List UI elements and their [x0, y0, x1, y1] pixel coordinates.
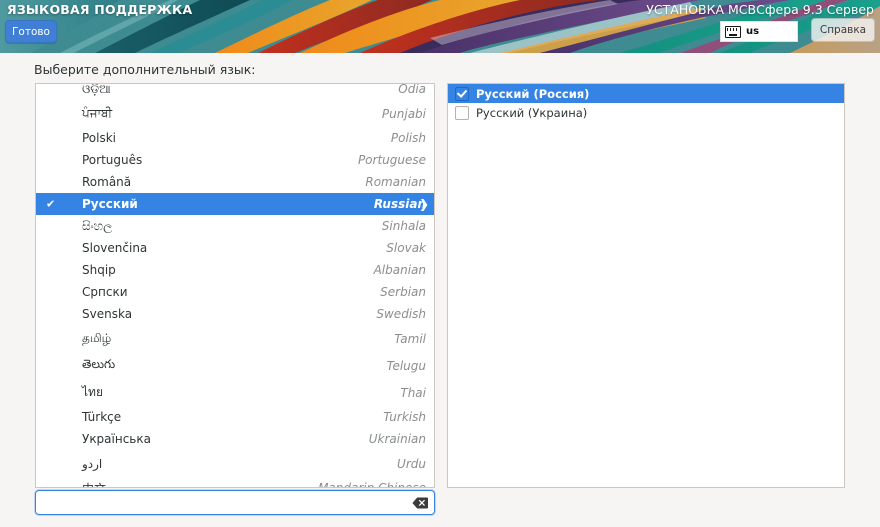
language-row[interactable]: ✔اردوUrdu❯ [36, 450, 434, 477]
language-english-name: Romanian [365, 175, 426, 189]
language-row[interactable]: ✔ਪੰਜਾਬੀPunjabi❯ [36, 100, 434, 127]
language-native-name: தமிழ் [82, 330, 112, 345]
backspace-clear-icon[interactable] [412, 497, 428, 509]
language-english-name: Russian [373, 197, 426, 211]
language-row[interactable]: ✔ไทยThai❯ [36, 379, 434, 406]
language-native-name: Polski [82, 131, 117, 145]
language-row[interactable]: ✔ଓଡ଼ିଆOdia❯ [36, 83, 434, 100]
language-english-name: Serbian [380, 285, 426, 299]
locale-list[interactable]: Русский (Россия) Русский (Украина) [447, 83, 845, 488]
language-row[interactable]: ✔中文Mandarin Chinese❯ [36, 477, 434, 488]
keyboard-layout-label: us [746, 26, 760, 37]
language-row[interactable]: ✔PortuguêsPortuguese❯ [36, 149, 434, 171]
language-list[interactable]: ✔ଓଡ଼ିଆOdia❯✔ਪੰਜਾਬੀPunjabi❯✔PolskiPolish❯… [35, 83, 435, 488]
language-native-name: اردو [82, 456, 103, 471]
locale-checkbox[interactable] [455, 86, 469, 101]
language-row[interactable]: ✔УкраїнськаUkrainian❯ [36, 428, 434, 450]
language-row[interactable]: ✔TürkçeTurkish❯ [36, 406, 434, 428]
locale-checkbox[interactable] [455, 105, 469, 120]
language-row[interactable]: ✔SlovenčinaSlovak❯ [36, 237, 434, 259]
search-input[interactable] [36, 492, 412, 513]
language-row[interactable]: ✔RomânăRomanian❯ [36, 171, 434, 193]
language-english-name: Tamil [394, 331, 426, 346]
language-english-name: Punjabi [381, 106, 426, 121]
language-row[interactable]: ✔සිංහලSinhala❯ [36, 215, 434, 237]
language-native-name: Português [82, 153, 143, 167]
locale-row[interactable]: Русский (Украина) [448, 103, 844, 122]
language-english-name: Thai [400, 385, 426, 400]
language-english-name: Ukrainian [368, 432, 426, 446]
language-english-name: Odia [398, 83, 426, 96]
installer-title: УСТАНОВКА МСВСфера 9.3 Сервер [646, 2, 874, 17]
language-native-name: Română [82, 175, 132, 189]
language-search-box[interactable] [35, 490, 435, 515]
language-row[interactable]: ✔PolskiPolish❯ [36, 127, 434, 149]
language-english-name: Swedish [376, 307, 426, 321]
language-native-name: Slovenčina [82, 241, 148, 255]
help-button[interactable]: Справка [811, 18, 875, 42]
locale-label: Русский (Россия) [476, 86, 590, 101]
language-row[interactable]: ✔తెలుగుTelugu❯ [36, 352, 434, 379]
language-rows: ✔ଓଡ଼ିଆOdia❯✔ਪੰਜਾਬੀPunjabi❯✔PolskiPolish❯… [36, 83, 434, 488]
language-native-name: ਪੰਜਾਬੀ [82, 106, 113, 120]
language-native-name: ไทย [82, 385, 103, 399]
installer-screen: ЯЗЫКОВАЯ ПОДДЕРЖКА УСТАНОВКА МСВСфера 9.… [0, 0, 880, 527]
done-button[interactable]: Готово [5, 20, 57, 43]
language-native-name: Svenska [82, 307, 133, 321]
language-row[interactable]: ✔ShqipAlbanian❯ [36, 259, 434, 281]
keyboard-icon [725, 25, 741, 38]
language-english-name: Polish [390, 131, 426, 145]
language-english-name: Telugu [386, 358, 426, 373]
locale-rows: Русский (Россия) Русский (Украина) [448, 84, 844, 122]
language-native-name: 中文 [36, 480, 292, 488]
language-english-name: Turkish [383, 410, 426, 424]
locale-label: Русский (Украина) [476, 105, 588, 120]
language-native-name: ଓଡ଼ିଆ [82, 83, 111, 96]
language-row[interactable]: ✔தமிழ்Tamil❯ [36, 325, 434, 352]
keyboard-layout-indicator[interactable]: us [720, 21, 798, 42]
language-native-name: Српски [82, 285, 128, 299]
language-english-name: Albanian [373, 263, 426, 277]
header-banner: ЯЗЫКОВАЯ ПОДДЕРЖКА УСТАНОВКА МСВСфера 9.… [0, 0, 880, 53]
language-english-name: Portuguese [357, 153, 426, 167]
page-title: ЯЗЫКОВАЯ ПОДДЕРЖКА [7, 2, 193, 17]
language-native-name: తెలుగు [82, 357, 116, 371]
chevron-right-icon: ❯ [418, 197, 429, 211]
language-english-name: Urdu [397, 456, 426, 471]
language-english-name: Sinhala [381, 219, 426, 233]
language-native-name: Shqip [82, 263, 116, 277]
language-row[interactable]: ✔ Русский Russian ❯ [36, 193, 434, 215]
locale-row[interactable]: Русский (Россия) [448, 84, 844, 103]
language-native-name: Türkçe [82, 410, 122, 424]
check-icon: ✔ [46, 197, 56, 211]
language-row[interactable]: ✔СрпскиSerbian❯ [36, 281, 434, 303]
language-english-name: Slovak [386, 241, 426, 255]
language-native-name: සිංහල [82, 218, 113, 233]
language-row[interactable]: ✔SvenskaSwedish❯ [36, 303, 434, 325]
language-native-name: Українська [82, 432, 151, 446]
language-english-name: Mandarin Chinese [318, 481, 426, 488]
prompt-label: Выберите дополнительный язык: [34, 62, 256, 77]
language-native-name: Русский [82, 197, 138, 211]
